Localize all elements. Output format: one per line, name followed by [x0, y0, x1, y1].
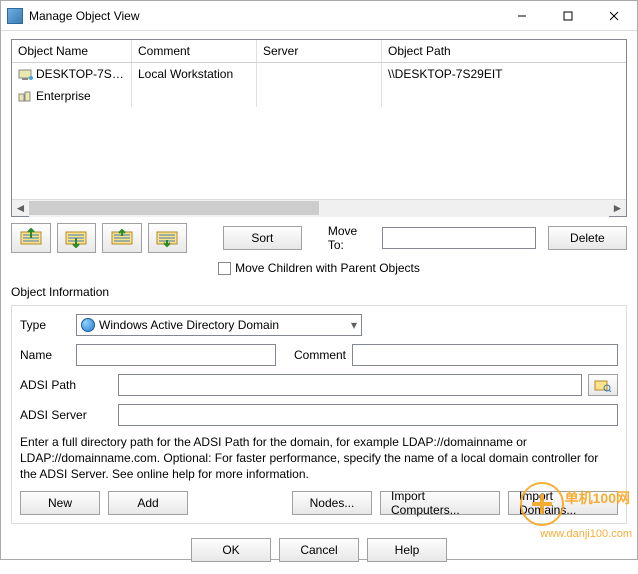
enterprise-icon: [18, 91, 34, 103]
row-server: [257, 85, 382, 107]
object-list[interactable]: Object Name Comment Server Object Path D…: [11, 39, 627, 217]
move-up-button[interactable]: [57, 223, 97, 253]
row-name: Enterprise: [36, 89, 91, 103]
cancel-button[interactable]: Cancel: [279, 538, 359, 562]
nodes-button[interactable]: Nodes...: [292, 491, 372, 515]
help-button[interactable]: Help: [367, 538, 447, 562]
window-title: Manage Object View: [29, 9, 499, 23]
row-name: DESKTOP-7S29EIT: [36, 67, 132, 81]
col-header-comment[interactable]: Comment: [132, 40, 257, 62]
col-header-server[interactable]: Server: [257, 40, 382, 62]
name-label: Name: [20, 348, 70, 362]
move-children-checkbox[interactable]: [218, 262, 231, 275]
adsi-path-input[interactable]: [118, 374, 582, 396]
type-label: Type: [20, 318, 70, 332]
new-button[interactable]: New: [20, 491, 100, 515]
adsi-server-input[interactable]: [118, 404, 618, 426]
move-first-button[interactable]: [11, 223, 51, 253]
scroll-right-icon[interactable]: ►: [609, 200, 626, 217]
horizontal-scrollbar[interactable]: ◄ ►: [12, 199, 626, 216]
titlebar: Manage Object View: [1, 1, 637, 31]
name-input[interactable]: [76, 344, 276, 366]
app-icon: [7, 8, 23, 24]
list-row[interactable]: DESKTOP-7S29EIT Local Workstation \\DESK…: [12, 63, 626, 85]
browse-adsi-button[interactable]: [588, 374, 618, 396]
type-select[interactable]: Windows Active Directory Domain ▾: [76, 314, 362, 336]
object-info-section: Type Windows Active Directory Domain ▾ N…: [11, 305, 627, 524]
adsi-hint: Enter a full directory path for the ADSI…: [20, 434, 618, 483]
import-domains-button[interactable]: Import Domains...: [508, 491, 618, 515]
moveto-label: Move To:: [328, 224, 376, 252]
moveto-input[interactable]: [382, 227, 536, 249]
list-header: Object Name Comment Server Object Path: [12, 40, 626, 63]
comment-input[interactable]: [352, 344, 618, 366]
section-title: Object Information: [11, 285, 627, 299]
sort-button[interactable]: Sort: [223, 226, 302, 250]
col-header-name[interactable]: Object Name: [12, 40, 132, 62]
list-row[interactable]: Enterprise: [12, 85, 626, 107]
adsi-server-label: ADSI Server: [20, 408, 112, 422]
type-value: Windows Active Directory Domain: [99, 318, 279, 332]
import-computers-button[interactable]: Import Computers...: [380, 491, 500, 515]
globe-icon: [81, 318, 95, 332]
col-header-path[interactable]: Object Path: [382, 40, 626, 62]
row-comment: Local Workstation: [132, 63, 257, 85]
row-server: [257, 63, 382, 85]
adsi-path-label: ADSI Path: [20, 378, 112, 392]
delete-button[interactable]: Delete: [548, 226, 627, 250]
move-children-label: Move Children with Parent Objects: [235, 261, 420, 275]
add-button[interactable]: Add: [108, 491, 188, 515]
row-path: [382, 85, 626, 107]
move-down-button[interactable]: [102, 223, 142, 253]
computer-icon: [18, 69, 34, 81]
chevron-down-icon: ▾: [351, 318, 357, 332]
move-last-button[interactable]: [148, 223, 188, 253]
comment-label: Comment: [294, 348, 346, 362]
close-button[interactable]: [591, 1, 637, 31]
scroll-left-icon[interactable]: ◄: [12, 200, 29, 217]
scroll-thumb[interactable]: [29, 201, 319, 215]
maximize-button[interactable]: [545, 1, 591, 31]
minimize-button[interactable]: [499, 1, 545, 31]
row-path: \\DESKTOP-7S29EIT: [382, 63, 626, 85]
row-comment: [132, 85, 257, 107]
ok-button[interactable]: OK: [191, 538, 271, 562]
